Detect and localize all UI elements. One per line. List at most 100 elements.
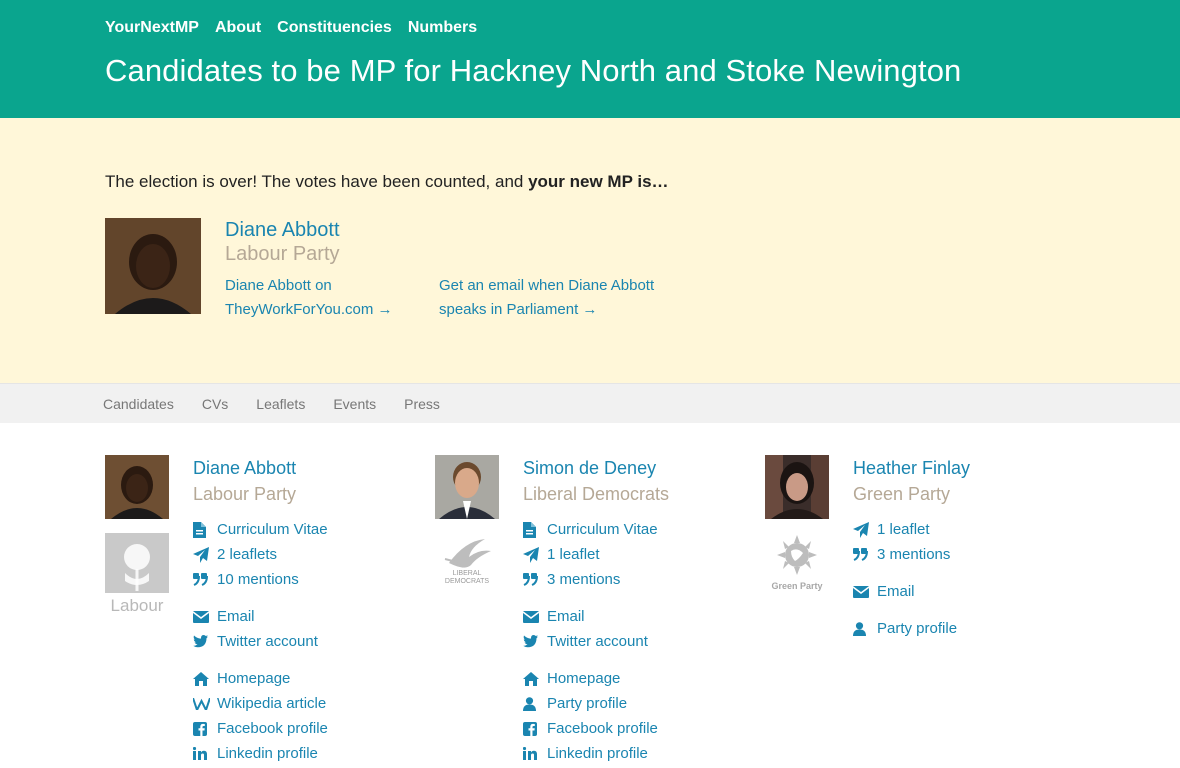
twitter-link[interactable]: Twitter account: [523, 629, 765, 654]
quote-icon: [193, 573, 217, 586]
candidate-party: Labour Party: [193, 484, 297, 504]
nav-about[interactable]: About: [215, 19, 261, 37]
labour-logo: Labour: [105, 533, 169, 615]
candidate-party: Green Party: [853, 484, 951, 504]
candidate-list: Labour Diane Abbott Labour Party Curricu…: [0, 423, 1180, 768]
candidate-name-link[interactable]: Simon de Deney: [523, 455, 765, 481]
home-icon: [193, 671, 217, 686]
email-alert-link[interactable]: Get an email when Diane Abbott speaks in…: [439, 274, 679, 322]
contact-group: Email Twitter account: [193, 604, 435, 654]
facebook-link-text: Facebook profile: [217, 720, 328, 737]
result-intro-text: The election is over! The votes have bee…: [105, 172, 529, 191]
homepage-link[interactable]: Homepage: [523, 666, 765, 691]
envelope-icon: [193, 610, 217, 623]
candidate-name-link[interactable]: Heather Finlay: [853, 455, 1095, 481]
candidate-photo[interactable]: [105, 455, 169, 519]
wikipedia-icon: [193, 697, 217, 710]
twitter-link-text: Twitter account: [217, 633, 318, 650]
linkedin-link[interactable]: Linkedin profile: [523, 741, 765, 766]
party-profile-link-text: Party profile: [877, 620, 958, 637]
cv-link[interactable]: Curriculum Vitae: [523, 517, 765, 542]
candidate-card: Green Party Heather Finlay Green Party 1…: [765, 455, 1095, 768]
facebook-link[interactable]: Facebook profile: [193, 716, 435, 741]
nav-numbers[interactable]: Numbers: [408, 19, 477, 37]
email-link-text: Email: [217, 608, 255, 625]
linkedin-icon: [193, 747, 217, 760]
tab-cvs[interactable]: CVs: [202, 396, 228, 412]
documents-group: 1 leaflet 3 mentions: [853, 517, 1095, 567]
twitter-icon: [193, 635, 217, 648]
candidate-party: Liberal Democrats: [523, 484, 670, 504]
candidate-card: LIBERAL DEMOCRATS Simon de Deney Liberal…: [435, 455, 765, 768]
mentions-link[interactable]: 10 mentions: [193, 567, 435, 592]
facebook-link[interactable]: Facebook profile: [523, 716, 765, 741]
election-result-box: The election is over! The votes have bee…: [0, 118, 1180, 383]
email-link[interactable]: Email: [193, 604, 435, 629]
web-group: Homepage Party profile Facebook profile …: [523, 666, 765, 766]
party-profile-link[interactable]: Party profile: [523, 691, 765, 716]
twitter-link[interactable]: Twitter account: [193, 629, 435, 654]
section-tabs: Candidates CVs Leaflets Events Press: [0, 383, 1180, 423]
document-icon: [193, 521, 217, 538]
mentions-link-text: 3 mentions: [877, 546, 951, 563]
tab-leaflets[interactable]: Leaflets: [256, 396, 305, 412]
mentions-link[interactable]: 3 mentions: [523, 567, 765, 592]
candidate-photo[interactable]: [765, 455, 829, 519]
paper-plane-icon: [853, 521, 877, 538]
candidate-details: Simon de Deney Liberal Democrats Curricu…: [523, 455, 765, 768]
liberal-democrats-logo: LIBERAL DEMOCRATS: [444, 539, 491, 585]
candidate-name-link[interactable]: Diane Abbott: [193, 455, 435, 481]
brand-link[interactable]: YourNextMP: [105, 19, 199, 37]
email-link[interactable]: Email: [523, 604, 765, 629]
leaflets-link[interactable]: 2 leaflets: [193, 542, 435, 567]
homepage-link-text: Homepage: [547, 670, 621, 687]
page-title: Candidates to be MP for Hackney North an…: [105, 53, 962, 88]
winner-photo[interactable]: [105, 218, 201, 314]
candidate-details: Diane Abbott Labour Party Curriculum Vit…: [193, 455, 435, 768]
theyworkforyou-link[interactable]: Diane Abbott on TheyWorkForYou.com →: [225, 274, 407, 322]
libdem-logo-text-2: DEMOCRATS: [445, 578, 490, 585]
green-party-logo: Green Party: [771, 535, 823, 591]
email-link-text: Email: [877, 583, 915, 600]
facebook-icon: [193, 721, 217, 736]
libdem-logo-text-1: LIBERAL: [453, 570, 482, 577]
tab-events[interactable]: Events: [333, 396, 376, 412]
site-header: YourNextMP About Constituencies Numbers …: [0, 0, 1180, 118]
winner-card: Diane Abbott Labour Party Diane Abbott o…: [105, 218, 1075, 322]
twitter-link-text: Twitter account: [547, 633, 648, 650]
cv-link[interactable]: Curriculum Vitae: [193, 517, 435, 542]
documents-group: Curriculum Vitae 1 leaflet 3 mentions: [523, 517, 765, 592]
candidate-details: Heather Finlay Green Party 1 leaflet 3 m…: [853, 455, 1095, 768]
facebook-icon: [523, 721, 547, 736]
mentions-link[interactable]: 3 mentions: [853, 542, 1095, 567]
candidate-photo[interactable]: [435, 455, 499, 519]
result-intro-bold: your new MP is…: [528, 172, 669, 191]
homepage-link[interactable]: Homepage: [193, 666, 435, 691]
leaflets-link[interactable]: 1 leaflet: [853, 517, 1095, 542]
wikipedia-link[interactable]: Wikipedia article: [193, 691, 435, 716]
tab-press[interactable]: Press: [404, 396, 440, 412]
contact-group: Email: [853, 579, 1095, 604]
envelope-icon: [853, 585, 877, 598]
result-intro: The election is over! The votes have bee…: [105, 172, 1075, 192]
document-icon: [523, 521, 547, 538]
tab-candidates[interactable]: Candidates: [103, 396, 174, 412]
email-link[interactable]: Email: [853, 579, 1095, 604]
party-profile-link[interactable]: Party profile: [853, 616, 1095, 641]
user-icon: [523, 696, 547, 711]
quote-icon: [523, 573, 547, 586]
twitter-icon: [523, 635, 547, 648]
linkedin-link-text: Linkedin profile: [547, 745, 648, 762]
web-group: Party profile: [853, 616, 1095, 641]
winner-name-link[interactable]: Diane Abbott: [225, 218, 679, 242]
facebook-link-text: Facebook profile: [547, 720, 658, 737]
candidate-card: Labour Diane Abbott Labour Party Curricu…: [105, 455, 435, 768]
web-group: Homepage Wikipedia article Facebook prof…: [193, 666, 435, 766]
top-navigation: YourNextMP About Constituencies Numbers: [105, 0, 1075, 37]
linkedin-link[interactable]: Linkedin profile: [193, 741, 435, 766]
leaflets-link-text: 2 leaflets: [217, 546, 278, 563]
nav-constituencies[interactable]: Constituencies: [277, 19, 392, 37]
leaflets-link-text: 1 leaflet: [547, 546, 600, 563]
leaflets-link[interactable]: 1 leaflet: [523, 542, 765, 567]
home-icon: [523, 671, 547, 686]
